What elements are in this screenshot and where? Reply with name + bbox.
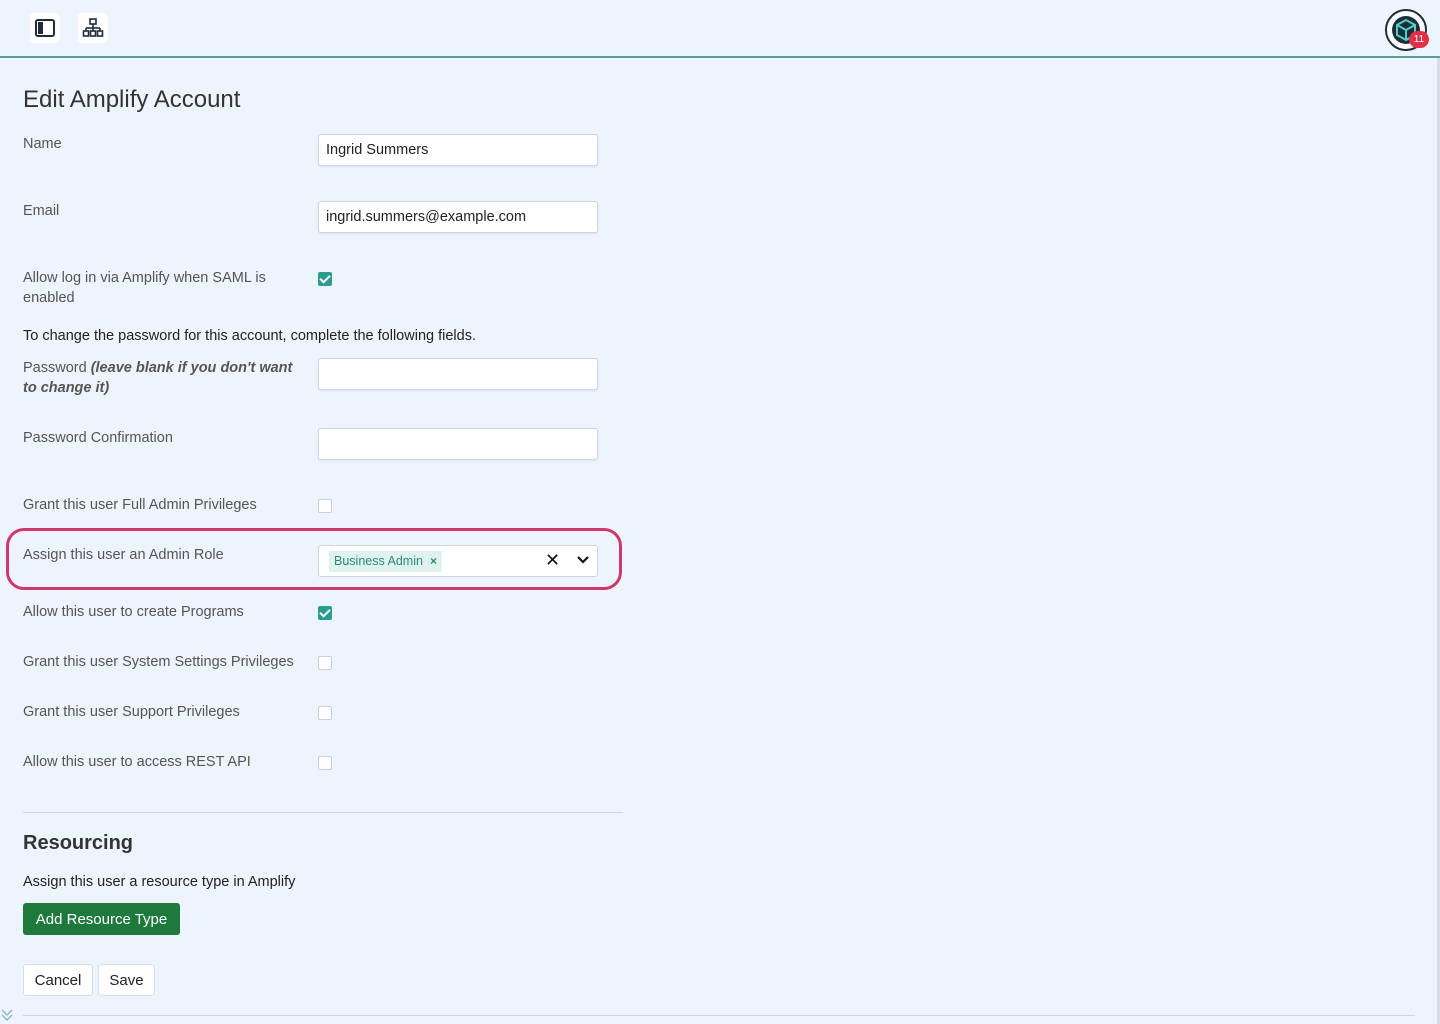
remove-tag-icon[interactable]: ×	[430, 551, 437, 572]
role-tag-label: Business Admin	[334, 554, 423, 568]
support-checkbox[interactable]	[318, 706, 332, 720]
create-programs-checkbox[interactable]	[318, 606, 332, 620]
clear-selection-icon[interactable]: ✕	[545, 550, 560, 571]
email-field[interactable]	[318, 201, 598, 233]
resourcing-title: Resourcing	[23, 832, 134, 854]
name-label: Name	[23, 136, 62, 152]
sidebar-panel-icon	[35, 19, 55, 37]
create-programs-label: Allow this user to create Programs	[23, 604, 244, 620]
password-field[interactable]	[318, 358, 598, 390]
hierarchy-button[interactable]	[78, 13, 108, 43]
save-button[interactable]: Save	[98, 964, 155, 996]
password-note: To change the password for this account,…	[23, 328, 476, 344]
email-label: Email	[23, 203, 60, 219]
sidebar-toggle-button[interactable]	[30, 13, 60, 43]
full-admin-label: Grant this user Full Admin Privileges	[23, 497, 257, 513]
system-settings-checkbox[interactable]	[318, 656, 332, 670]
saml-checkbox[interactable]	[318, 272, 332, 286]
saml-label: Allow log in via Amplify when SAML is en…	[23, 270, 266, 306]
password-confirm-label: Password Confirmation	[23, 430, 173, 446]
double-chevron-down-icon[interactable]	[0, 1008, 14, 1022]
top-bar: 11	[0, 0, 1440, 58]
page-title: Edit Amplify Account	[23, 86, 241, 113]
chevron-down-icon[interactable]	[577, 555, 589, 564]
admin-role-select[interactable]: Business Admin × ✕	[318, 545, 598, 577]
bottom-divider	[23, 1015, 1415, 1016]
support-label: Grant this user Support Privileges	[23, 704, 240, 720]
rest-api-label: Allow this user to access REST API	[23, 754, 251, 770]
admin-role-label: Assign this user an Admin Role	[23, 547, 224, 563]
org-chart-icon	[82, 18, 104, 37]
full-admin-checkbox[interactable]	[318, 499, 332, 513]
notification-badge: 11	[1409, 31, 1429, 48]
password-label: Password (leave blank if you don't want …	[23, 358, 303, 398]
password-confirm-field[interactable]	[318, 428, 598, 460]
system-settings-label: Grant this user System Settings Privileg…	[23, 654, 294, 670]
add-resource-type-button[interactable]: Add Resource Type	[23, 903, 180, 935]
password-label-text: Password	[23, 360, 87, 376]
cancel-button[interactable]: Cancel	[23, 964, 93, 996]
rest-api-checkbox[interactable]	[318, 756, 332, 770]
resourcing-note: Assign this user a resource type in Ampl…	[23, 874, 296, 890]
role-tag: Business Admin ×	[329, 551, 442, 572]
section-divider	[23, 812, 623, 813]
name-field[interactable]	[318, 134, 598, 166]
